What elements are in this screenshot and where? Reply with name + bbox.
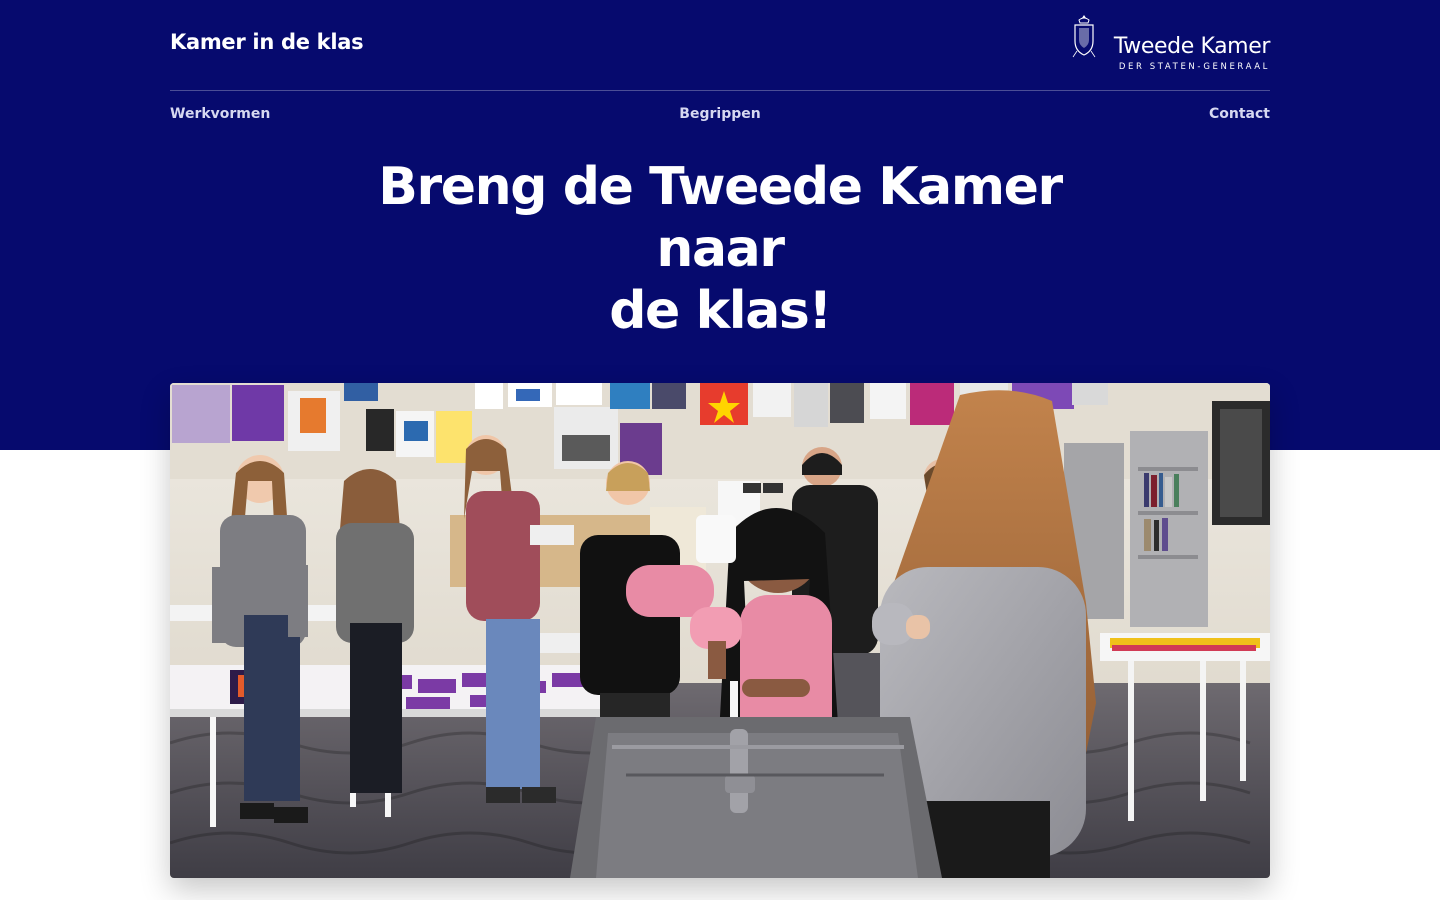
site-title-link[interactable]: Kamer in de klas (170, 30, 364, 54)
main-navigation: Werkvormen Begrippen Contact (170, 91, 1270, 141)
logo-name: Tweede Kamer (1113, 34, 1270, 59)
royal-crest-icon (1070, 14, 1098, 60)
headline-line-2: de klas! (609, 281, 832, 341)
nav-item-contact[interactable]: Contact (1209, 106, 1270, 122)
top-bar: Kamer in de klas Tweede Kamer DER STATEN… (170, 0, 1270, 91)
nav-item-begrippen[interactable]: Begrippen (679, 106, 760, 122)
classroom-voting-photo (170, 383, 1270, 878)
nav-item-werkvormen[interactable]: Werkvormen (170, 106, 270, 122)
logo-subtitle: DER STATEN-GENERAAL (1118, 62, 1270, 72)
page-headline: Breng de Tweede Kamer naar de klas! (320, 156, 1120, 342)
headline-line-1: Breng de Tweede Kamer naar (378, 157, 1063, 279)
tweede-kamer-logo[interactable]: Tweede Kamer DER STATEN-GENERAAL (1070, 14, 1270, 74)
